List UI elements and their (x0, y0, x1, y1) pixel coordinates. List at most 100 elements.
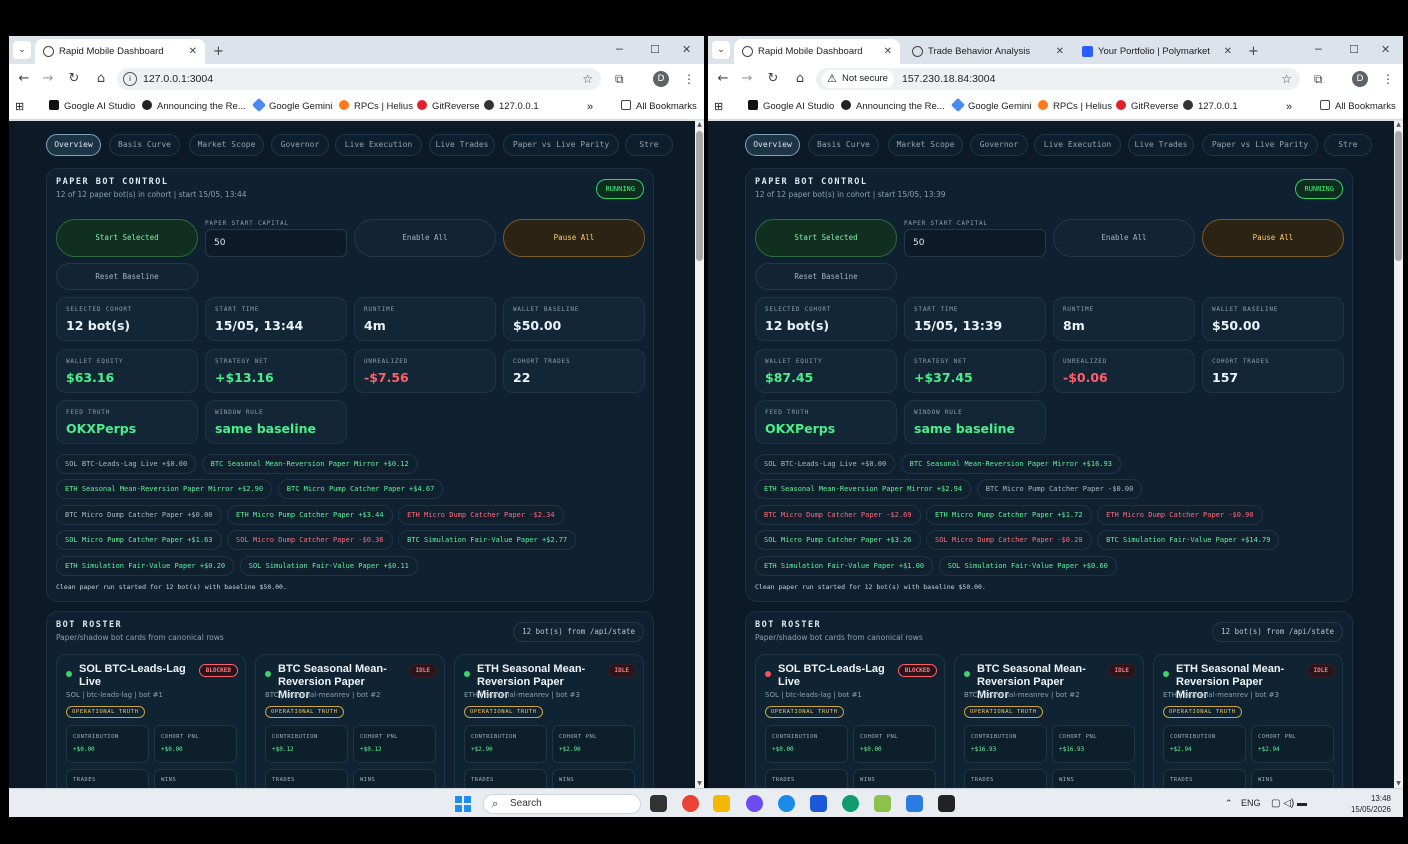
bookmark-announcing[interactable]: Announcing the Re... (142, 94, 246, 120)
bookmark-gitreverse[interactable]: GitReverse (1116, 94, 1179, 120)
bot-card[interactable]: BTC Seasonal Mean-Reversion Paper Mirror… (954, 654, 1144, 788)
app-icon[interactable] (746, 795, 763, 812)
bookmark-localhost[interactable]: 127.0.0.1 (1183, 94, 1238, 120)
bot-pnl-chip[interactable]: ETH Micro Dump Catcher Paper -$2.34 (398, 505, 564, 525)
address-bar[interactable]: ⚠ Not secure 157.230.18.84:3004 ☆ (816, 68, 1300, 90)
bot-pnl-chip[interactable]: SOL Simulation Fair-Value Paper +$0.11 (239, 556, 418, 576)
bookmark-google-ai-studio[interactable]: Google AI Studio (748, 94, 834, 120)
close-tab-icon[interactable]: ✕ (1056, 39, 1064, 64)
tab-stre[interactable]: Stre (625, 134, 673, 156)
extensions-icon[interactable]: ⧉ (1314, 71, 1323, 87)
tab-paper-vs-live-parity[interactable]: Paper vs Live Parity (503, 134, 619, 156)
maximize-button[interactable]: ☐ (1349, 36, 1359, 64)
tab-paper-vs-live-parity[interactable]: Paper vs Live Parity (1202, 134, 1318, 156)
bot-pnl-chip[interactable]: BTC Seasonal Mean-Reversion Paper Mirror… (201, 454, 418, 474)
chrome-icon[interactable] (682, 795, 699, 812)
bookmark-google-gemini[interactable]: Google Gemini (251, 94, 332, 120)
minimize-button[interactable]: ─ (616, 36, 623, 64)
pause-all-button[interactable]: Pause All (503, 219, 645, 257)
close-tab-icon[interactable]: ✕ (1224, 39, 1232, 64)
bookmark-google-ai-studio[interactable]: Google AI Studio (49, 94, 135, 120)
scroll-up-icon[interactable]: ▲ (695, 121, 704, 129)
tab-stre[interactable]: Stre (1324, 134, 1372, 156)
tab-rapid-dashboard[interactable]: Rapid Mobile Dashboard ✕ (35, 39, 205, 64)
scroll-up-icon[interactable]: ▲ (1394, 121, 1403, 129)
taskbar-clock[interactable]: 13:48 15/05/2026 (1351, 793, 1391, 815)
close-tab-icon[interactable]: ✕ (189, 39, 197, 64)
tab-basis-curve[interactable]: Basis Curve (808, 134, 879, 156)
apps-grid-icon[interactable]: ⊞ (714, 94, 723, 120)
tab-governor[interactable]: Governor (970, 134, 1028, 156)
bot-card[interactable]: ETH Seasonal Mean-Reversion Paper Mirror… (1153, 654, 1343, 788)
pause-all-button[interactable]: Pause All (1202, 219, 1344, 257)
close-tab-icon[interactable]: ✕ (884, 39, 892, 64)
bot-pnl-chip[interactable]: SOL BTC-Leads-Lag Live +$0.00 (755, 454, 896, 474)
start-selected-button[interactable]: Start Selected (755, 219, 897, 257)
taskbar-search[interactable]: ⌕ Search (483, 794, 641, 814)
scrollbar-thumb[interactable] (696, 131, 703, 261)
tab-rapid-dashboard[interactable]: Rapid Mobile Dashboard ✕ (734, 39, 900, 64)
not-secure-chip[interactable]: ⚠ Not secure (822, 70, 894, 88)
tab-live-execution[interactable]: Live Execution (335, 134, 422, 156)
bot-pnl-chip[interactable]: SOL Micro Pump Catcher Paper +$3.26 (755, 530, 921, 550)
bot-pnl-chip[interactable]: ETH Simulation Fair-Value Paper +$1.00 (755, 556, 934, 576)
address-bar[interactable]: i 127.0.0.1:3004 ☆ (117, 68, 601, 90)
bot-pnl-chip[interactable]: ETH Micro Pump Catcher Paper +$3.44 (227, 505, 393, 525)
bookmarks-overflow-button[interactable]: » (1286, 94, 1292, 120)
bookmark-rpcs-helius[interactable]: RPCs | Helius (1038, 94, 1112, 120)
bot-pnl-chip[interactable]: ETH Simulation Fair-Value Paper +$0.20 (56, 556, 235, 576)
tab-basis-curve[interactable]: Basis Curve (109, 134, 180, 156)
all-bookmarks-folder[interactable]: All Bookmarks (1320, 94, 1396, 120)
tab-live-trades[interactable]: Live Trades (1128, 134, 1194, 156)
site-info-icon[interactable]: i (123, 72, 137, 86)
bookmark-rpcs-helius[interactable]: RPCs | Helius (339, 94, 413, 120)
scroll-down-icon[interactable]: ▼ (1394, 780, 1403, 788)
enable-all-button[interactable]: Enable All (354, 219, 496, 257)
forward-button[interactable]: → (39, 64, 57, 94)
bot-card[interactable]: BTC Seasonal Mean-Reversion Paper Mirror… (255, 654, 445, 788)
bot-pnl-chip[interactable]: SOL Micro Dump Catcher Paper -$0.28 (926, 530, 1092, 550)
bot-card[interactable]: ETH Seasonal Mean-Reversion Paper Mirror… (454, 654, 644, 788)
enable-all-button[interactable]: Enable All (1053, 219, 1195, 257)
bot-pnl-chip[interactable]: BTC Micro Dump Catcher Paper -$2.69 (755, 505, 921, 525)
scrollbar-thumb[interactable] (1395, 131, 1402, 261)
network-volume-icons[interactable]: ▢ ◁) ▬ (1271, 789, 1307, 818)
tab-live-execution[interactable]: Live Execution (1034, 134, 1121, 156)
bookmark-star-icon[interactable]: ☆ (1281, 68, 1292, 90)
tab-market-scope[interactable]: Market Scope (189, 134, 264, 156)
bookmark-announcing[interactable]: Announcing the Re... (841, 94, 945, 120)
paper-start-capital-input[interactable]: 50 (904, 229, 1046, 257)
tab-search-dropdown-icon[interactable]: ⌄ (712, 41, 730, 59)
bot-pnl-chip[interactable]: ETH Micro Pump Catcher Paper +$1.72 (926, 505, 1092, 525)
app-icon[interactable] (810, 795, 827, 812)
profile-avatar[interactable]: D (653, 71, 669, 87)
tab-live-trades[interactable]: Live Trades (429, 134, 495, 156)
all-bookmarks-folder[interactable]: All Bookmarks (621, 94, 697, 120)
minimize-button[interactable]: ─ (1315, 36, 1322, 64)
bot-pnl-chip[interactable]: BTC Micro Pump Catcher Paper -$0.00 (976, 479, 1143, 499)
reload-button[interactable]: ↻ (65, 64, 83, 94)
bot-pnl-chip[interactable]: ETH Seasonal Mean-Reversion Paper Mirror… (755, 479, 972, 499)
close-window-button[interactable]: ✕ (682, 36, 691, 64)
back-button[interactable]: ← (714, 64, 732, 94)
tab-trade-behavior[interactable]: Trade Behavior Analysis ✕ (904, 39, 1072, 64)
bookmark-star-icon[interactable]: ☆ (582, 68, 593, 90)
menu-kebab-icon[interactable]: ⋮ (1382, 71, 1394, 87)
tray-overflow-icon[interactable]: ⌃ (1225, 789, 1233, 818)
bookmarks-overflow-button[interactable]: » (587, 94, 593, 120)
paper-start-capital-input[interactable]: 50 (205, 229, 347, 257)
bot-pnl-chip[interactable]: SOL Micro Pump Catcher Paper +$1.63 (56, 530, 222, 550)
home-button[interactable]: ⌂ (791, 64, 809, 94)
back-button[interactable]: ← (15, 64, 33, 94)
vertical-scrollbar[interactable]: ▲ ▼ (695, 121, 704, 788)
profile-avatar[interactable]: D (1352, 71, 1368, 87)
vertical-scrollbar[interactable]: ▲ ▼ (1394, 121, 1403, 788)
app-icon[interactable] (778, 795, 795, 812)
terminal-icon[interactable] (938, 795, 955, 812)
language-indicator[interactable]: ENG (1241, 789, 1261, 818)
file-explorer-icon[interactable] (713, 795, 730, 812)
tab-search-dropdown-icon[interactable]: ⌄ (13, 41, 31, 59)
bot-card[interactable]: SOL BTC-Leads-Lag Live BLOCKED SOL | btc-l… (755, 654, 945, 788)
bookmark-google-gemini[interactable]: Google Gemini (950, 94, 1031, 120)
bot-pnl-chip[interactable]: ETH Seasonal Mean-Reversion Paper Mirror… (56, 479, 273, 499)
